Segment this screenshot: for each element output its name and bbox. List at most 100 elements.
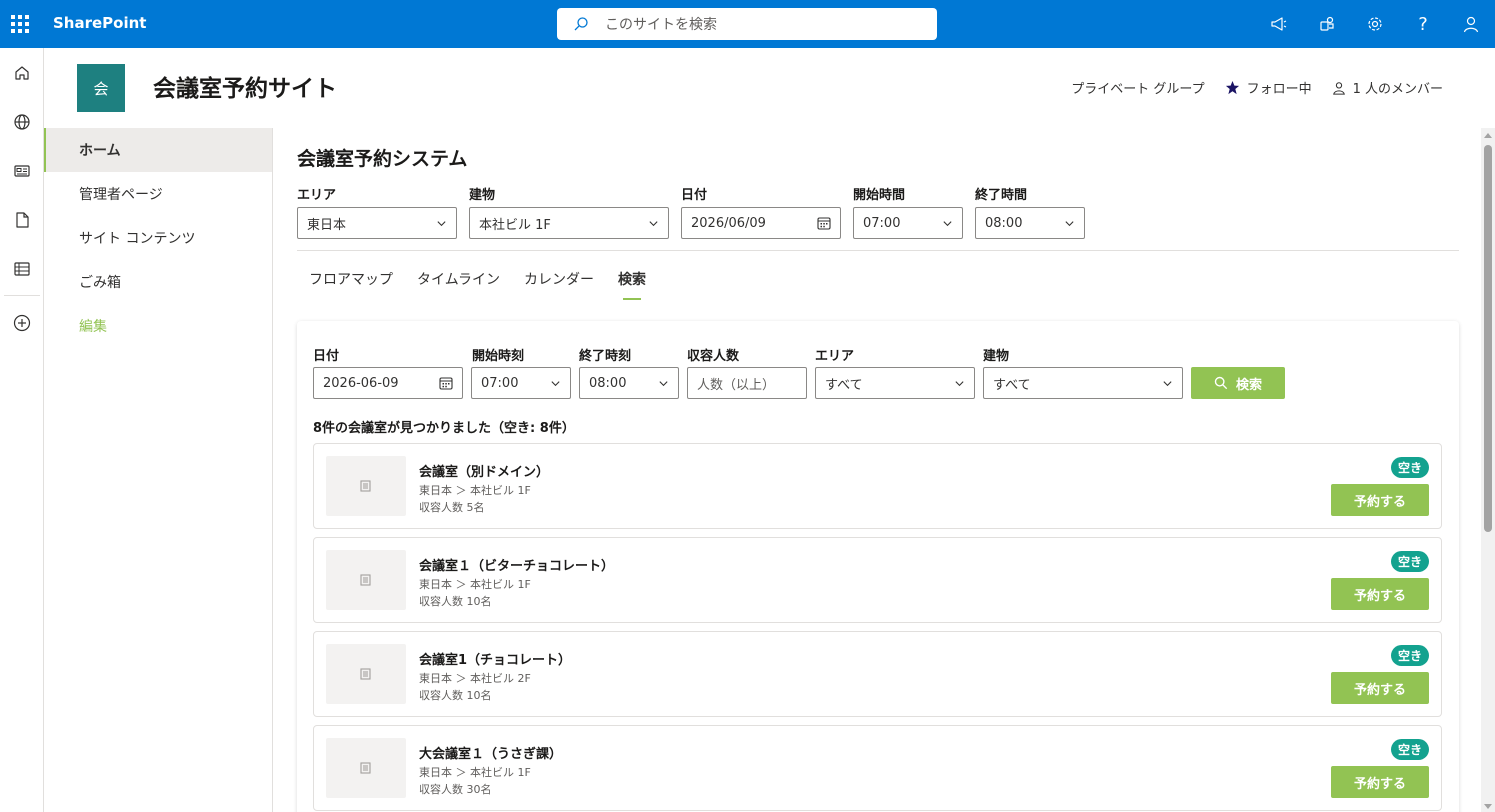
search-building-select[interactable]: すべて	[983, 367, 1183, 399]
date-label: 日付	[681, 188, 708, 203]
left-navigation: ホーム 管理者ページ サイト コンテンツ ごみ箱 編集	[44, 128, 273, 812]
scroll-thumb[interactable]	[1484, 145, 1492, 532]
file-icon[interactable]	[0, 195, 44, 244]
date-picker[interactable]: 2026/06/09	[681, 207, 841, 239]
tab-floor-map[interactable]: フロアマップ	[297, 258, 405, 300]
search-area-value: すべて	[825, 377, 863, 393]
scroll-down-arrow[interactable]	[1484, 804, 1492, 809]
reserve-button[interactable]: 予約する	[1331, 484, 1429, 516]
room-card: 大会議室１（うさぎ課） 東日本 ＞ 本社ビル 1F 収容人数 30名 空き 予約…	[313, 725, 1442, 811]
area-select[interactable]: 東日本	[297, 207, 457, 239]
room-thumbnail	[326, 456, 406, 516]
search-button[interactable]: 検索	[1191, 367, 1285, 399]
search-end-label: 終了時刻	[579, 349, 632, 364]
tab-search[interactable]: 検索	[606, 258, 658, 300]
suite-bar: SharePoint このサイトを検索 ?	[0, 0, 1495, 48]
home-icon[interactable]	[0, 48, 44, 97]
start-time-select[interactable]: 07:00	[853, 207, 963, 239]
calendar-icon[interactable]	[817, 216, 831, 230]
room-capacity: 収容人数 5名	[419, 501, 485, 514]
search-area-select[interactable]: すべて	[815, 367, 975, 399]
person-icon	[1332, 81, 1345, 95]
search-start-select[interactable]: 07:00	[471, 367, 571, 399]
members-button[interactable]: 1 人のメンバー	[1332, 78, 1443, 97]
nav-item-site-contents[interactable]: サイト コンテンツ	[44, 216, 272, 260]
date-value: 2026/06/09	[691, 215, 766, 231]
site-search-box[interactable]: このサイトを検索	[557, 8, 937, 40]
help-icon[interactable]: ?	[1399, 0, 1447, 48]
list-icon[interactable]	[0, 244, 44, 293]
search-date-value: 2026-06-09	[323, 375, 399, 391]
chevron-down-icon	[943, 221, 952, 227]
room-thumbnail	[326, 738, 406, 798]
search-placeholder: このサイトを検索	[605, 17, 717, 33]
members-label: 1 人のメンバー	[1352, 82, 1443, 97]
status-badge: 空き	[1390, 645, 1429, 666]
scroll-up-arrow[interactable]	[1484, 133, 1492, 138]
chevron-down-icon	[551, 381, 560, 387]
page-scrollbar[interactable]	[1481, 128, 1495, 812]
search-icon	[1214, 376, 1228, 390]
waffle-icon[interactable]	[0, 0, 40, 48]
building-label: 建物	[469, 188, 496, 203]
room-location: 東日本 ＞ 本社ビル 1F	[419, 578, 531, 591]
chevron-down-icon	[1163, 381, 1172, 387]
reserve-button[interactable]: 予約する	[1331, 578, 1429, 610]
site-title[interactable]: 会議室予約サイト	[153, 69, 337, 103]
nav-item-home[interactable]: ホーム	[44, 128, 272, 172]
search-panel: 日付 2026-06-09 開始時刻 07:00 終了時刻 08:00 収容人数…	[297, 321, 1459, 812]
search-date-picker[interactable]: 2026-06-09	[313, 367, 463, 399]
building-select[interactable]: 本社ビル 1F	[469, 207, 669, 239]
sharepoint-brand[interactable]: SharePoint	[53, 14, 146, 32]
area-value: 東日本	[307, 217, 347, 233]
room-capacity: 収容人数 10名	[419, 689, 492, 702]
globe-icon[interactable]	[0, 97, 44, 146]
news-icon[interactable]	[0, 146, 44, 195]
nav-item-recycle-bin[interactable]: ごみ箱	[44, 260, 272, 304]
room-name: 会議室1（チョコレート）	[419, 653, 572, 668]
search-icon	[557, 16, 605, 32]
rail-divider	[4, 295, 40, 296]
tab-calendar[interactable]: カレンダー	[512, 258, 606, 300]
tab-timeline[interactable]: タイムライン	[405, 258, 512, 300]
reserve-button[interactable]: 予約する	[1331, 672, 1429, 704]
main-content: 会議室予約システム エリア 東日本 建物 本社ビル 1F 日付 2026/06/…	[273, 128, 1481, 812]
room-card: 会議室（別ドメイン） 東日本 ＞ 本社ビル 1F 収容人数 5名 空き 予約する	[313, 443, 1442, 529]
search-button-label: 検索	[1235, 377, 1262, 393]
image-placeholder-icon	[360, 480, 371, 492]
room-name: 大会議室１（うさぎ課）	[419, 747, 563, 762]
room-capacity: 収容人数 10名	[419, 595, 492, 608]
follow-button[interactable]: フォロー中	[1225, 78, 1312, 97]
site-logo[interactable]: 会	[77, 64, 125, 112]
search-end-select[interactable]: 08:00	[579, 367, 679, 399]
search-date-label: 日付	[313, 349, 340, 364]
status-badge: 空き	[1390, 551, 1429, 572]
room-name: 会議室（別ドメイン）	[419, 465, 550, 480]
add-icon[interactable]	[0, 298, 44, 347]
image-placeholder-icon	[360, 668, 371, 680]
capacity-input[interactable]: 人数（以上）	[687, 367, 807, 399]
room-name: 会議室１（ビターチョコレート）	[419, 559, 615, 574]
image-placeholder-icon	[360, 574, 371, 586]
app-rail	[0, 48, 44, 812]
search-capacity-label: 収容人数	[687, 349, 740, 364]
image-placeholder-icon	[360, 762, 371, 774]
privacy-label: プライベート グループ	[1071, 82, 1205, 97]
person-icon[interactable]	[1447, 0, 1495, 48]
room-thumbnail	[326, 644, 406, 704]
star-icon	[1225, 80, 1239, 95]
nav-edit-link[interactable]: 編集	[44, 304, 272, 348]
start-time-label: 開始時間	[853, 188, 906, 203]
megaphone-icon[interactable]	[1255, 0, 1303, 48]
view-tabs: フロアマップ タイムライン カレンダー 検索	[297, 258, 658, 300]
calendar-icon[interactable]	[439, 376, 453, 390]
chevron-down-icon	[649, 221, 658, 227]
room-location: 東日本 ＞ 本社ビル 2F	[419, 672, 531, 685]
reserve-button[interactable]: 予約する	[1331, 766, 1429, 798]
gear-icon[interactable]	[1351, 0, 1399, 48]
divider	[297, 250, 1459, 251]
area-label: エリア	[297, 188, 337, 203]
teams-icon[interactable]	[1303, 0, 1351, 48]
nav-item-admin[interactable]: 管理者ページ	[44, 172, 272, 216]
end-time-select[interactable]: 08:00	[975, 207, 1085, 239]
